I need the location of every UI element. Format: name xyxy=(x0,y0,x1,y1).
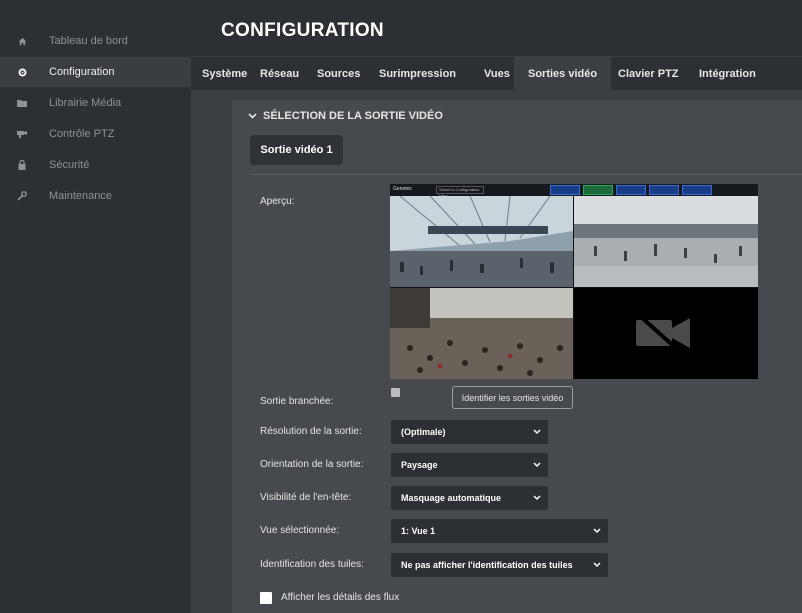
preview-gauge xyxy=(550,185,580,195)
lock-icon xyxy=(13,160,31,170)
sidebar-item-configuration[interactable]: Configuration xyxy=(0,57,191,87)
tab-surimpression[interactable]: Surimpression xyxy=(368,57,467,90)
sidebar-item-media-library[interactable]: Librairie Média xyxy=(0,88,191,118)
preview-tile-2 xyxy=(574,196,758,287)
resolution-label: Résolution de la sortie: xyxy=(260,426,362,437)
header-visibility-value: Masquage automatique xyxy=(401,493,502,503)
tile-id-label: Identification des tuiles: xyxy=(260,559,364,570)
page-title: CONFIGURATION xyxy=(221,20,384,41)
folder-icon xyxy=(13,99,31,107)
stream-details-checkbox[interactable] xyxy=(260,592,272,604)
sidebar-item-label: Maintenance xyxy=(49,190,112,202)
panel-header[interactable]: SÉLECTION DE LA SORTIE VIDÉO xyxy=(248,110,443,122)
chevron-down-icon xyxy=(533,427,541,437)
stream-details-label: Afficher les détails des flux xyxy=(281,592,400,603)
app-window: Tableau de bord Configuration Librairie … xyxy=(0,0,802,613)
resolution-select[interactable]: (Optimale) xyxy=(391,420,548,444)
selected-view-label: Vue sélectionnée: xyxy=(260,525,340,536)
header-visibility-select[interactable]: Masquage automatique xyxy=(391,486,548,510)
preview-tile-4 xyxy=(574,288,758,379)
sidebar-item-label: Sécurité xyxy=(49,159,90,171)
preview-tile-1 xyxy=(390,196,573,287)
video-off-icon xyxy=(634,314,694,352)
wrench-icon xyxy=(13,191,31,201)
header: CONFIGURATION xyxy=(191,0,802,56)
resolution-value: (Optimale) xyxy=(401,427,446,437)
orientation-value: Paysage xyxy=(401,460,438,470)
preview-label: Aperçu: xyxy=(260,196,295,207)
preview-select: Select to Configuration View xyxy=(436,186,484,198)
sidebar-item-label: Contrôle PTZ xyxy=(49,128,115,140)
preview-tile-3 xyxy=(390,288,573,379)
divider xyxy=(250,174,802,175)
sidebar-item-ptz-control[interactable]: Contrôle PTZ xyxy=(0,119,191,149)
tab-bar: Système Réseau Sources Surimpression Vue… xyxy=(191,56,802,90)
sidebar: Tableau de bord Configuration Librairie … xyxy=(0,0,191,613)
camera-icon xyxy=(13,130,31,138)
selected-view-select[interactable]: 1: Vue 1 xyxy=(391,519,608,543)
identify-outputs-button[interactable]: Identifier les sorties vidéo xyxy=(452,386,573,409)
chevron-down-icon xyxy=(533,493,541,503)
chevron-down-icon xyxy=(248,110,257,122)
chevron-down-icon xyxy=(593,560,601,570)
preview-toolbar: Genetec Select to Configuration View xyxy=(390,184,758,198)
sidebar-item-maintenance[interactable]: Maintenance xyxy=(0,181,191,211)
orientation-label: Orientation de la sortie: xyxy=(260,459,364,470)
selected-view-value: 1: Vue 1 xyxy=(401,526,436,536)
preview-gauge xyxy=(616,185,646,195)
preview-gauge xyxy=(682,185,712,195)
tile-id-value: Ne pas afficher l'identification des tui… xyxy=(401,560,573,570)
header-visibility-label: Visibilité de l'en-tête: xyxy=(260,492,352,503)
preview-app-name: Genetec xyxy=(393,186,412,192)
output-tab-1[interactable]: Sortie vidéo 1 xyxy=(250,135,343,165)
connected-checkbox[interactable] xyxy=(391,388,400,397)
preview-gauge xyxy=(649,185,679,195)
sidebar-item-security[interactable]: Sécurité xyxy=(0,150,191,180)
tab-sorties-video[interactable]: Sorties vidéo xyxy=(514,57,612,90)
home-icon xyxy=(13,37,31,46)
tab-sources[interactable]: Sources xyxy=(306,57,371,90)
video-preview: Genetec Select to Configuration View xyxy=(390,184,758,379)
preview-gauge xyxy=(583,185,613,195)
tab-reseau[interactable]: Réseau xyxy=(249,57,310,90)
sidebar-item-label: Librairie Média xyxy=(49,97,122,109)
tab-integration[interactable]: Intégration xyxy=(688,57,767,90)
sidebar-item-label: Configuration xyxy=(49,66,115,78)
tile-id-select[interactable]: Ne pas afficher l'identification des tui… xyxy=(391,553,608,577)
chevron-down-icon xyxy=(593,526,601,536)
connected-label: Sortie branchée: xyxy=(260,396,334,407)
panel-title: SÉLECTION DE LA SORTIE VIDÉO xyxy=(263,110,443,122)
sidebar-item-dashboard[interactable]: Tableau de bord xyxy=(0,26,191,56)
gear-icon xyxy=(13,68,31,77)
sidebar-item-label: Tableau de bord xyxy=(49,35,128,47)
tab-clavier-ptz[interactable]: Clavier PTZ xyxy=(607,57,690,90)
chevron-down-icon xyxy=(533,460,541,470)
video-output-panel: SÉLECTION DE LA SORTIE VIDÉO Sortie vidé… xyxy=(232,100,802,613)
orientation-select[interactable]: Paysage xyxy=(391,453,548,477)
